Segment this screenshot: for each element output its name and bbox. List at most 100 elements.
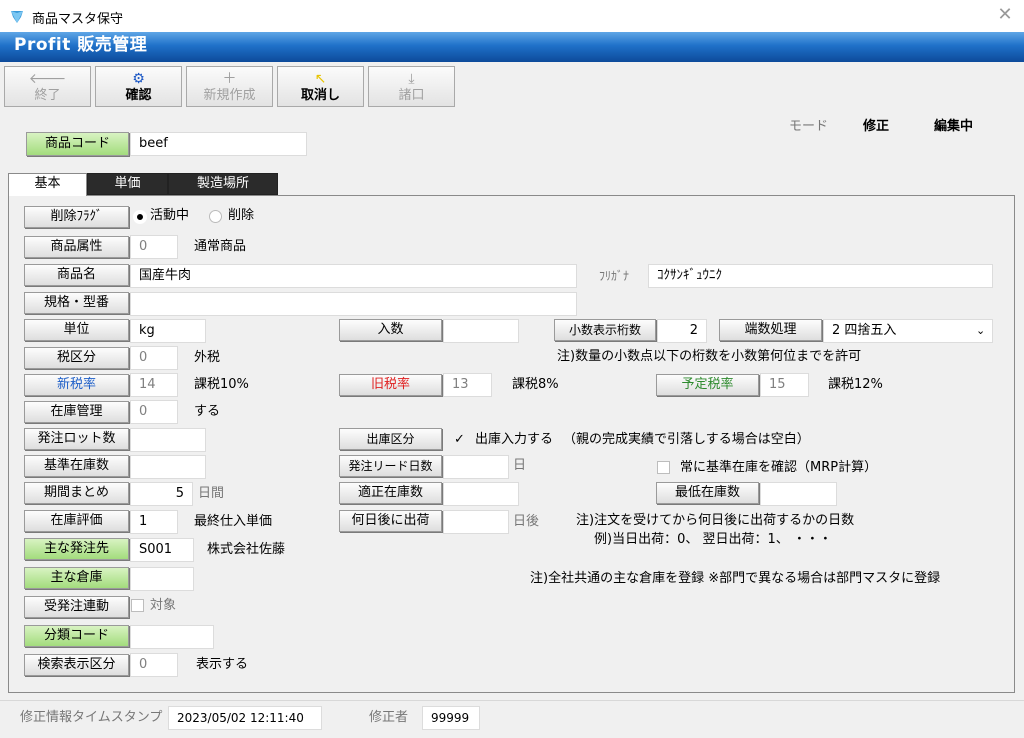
app-diamond-icon [11, 11, 23, 23]
old-tax-button[interactable]: 旧税率 [339, 374, 442, 396]
always-base-checkbox[interactable] [657, 461, 670, 474]
shipping-check-label: 出庫入力する [475, 432, 554, 447]
warehouse-button[interactable]: 主な倉庫 [24, 567, 129, 589]
checkmark-icon[interactable]: ✓ [454, 431, 465, 449]
mode-label: モード [789, 119, 829, 134]
kana-label: ﾌﾘｶﾞﾅ [599, 269, 630, 283]
new-tax-button[interactable]: 新税率 [24, 374, 129, 396]
active-radio[interactable] [134, 211, 146, 223]
active-radio-label: 活動中 [150, 208, 190, 223]
window-titlebar: 商品マスタ保守 ✕ [0, 0, 1024, 33]
product-code-button[interactable]: 商品コード [26, 132, 129, 156]
new-tax-desc: 課税10% [194, 377, 249, 392]
tax-class-button[interactable]: 税区分 [24, 347, 129, 369]
product-code-input[interactable]: beef [130, 132, 307, 156]
warehouse-note: 注)全社共通の主な倉庫を登録 ※部門で異なる場合は部門マスタに登録 [530, 571, 941, 586]
planned-tax-button[interactable]: 予定税率 [656, 374, 759, 396]
always-base-label: 常に基準在庫を確認（MRP計算） [680, 460, 878, 475]
timestamp-value: 2023/05/02 12:11:40 [168, 706, 322, 730]
decimal-note: 注)数量の小数点以下の桁数を小数第何位までを許可 [557, 349, 862, 364]
old-tax-desc: 課税8% [512, 377, 559, 392]
category-button[interactable]: 分類コード [24, 625, 129, 647]
planned-tax-desc: 課税12% [828, 377, 883, 392]
exit-button[interactable]: 🡐 終了 [4, 66, 91, 107]
unit-input[interactable]: kg [130, 319, 206, 343]
attribute-button[interactable]: 商品属性 [24, 236, 129, 258]
cancel-button[interactable]: ↖ 取消し [277, 66, 364, 107]
supplier-input[interactable]: S001 [130, 538, 194, 562]
decimal-input[interactable]: 2 [657, 319, 707, 343]
misc-button[interactable]: ⤓ 諸口 [368, 66, 455, 107]
unit-button[interactable]: 単位 [24, 319, 129, 341]
min-stock-button[interactable]: 最低在庫数 [656, 482, 759, 504]
shipping-class-button[interactable]: 出庫区分 [339, 428, 442, 450]
deleted-radio[interactable] [209, 210, 222, 223]
kana-input[interactable]: ｺｸｻﾝｷﾞｭｳﾆｸ [648, 264, 993, 288]
tax-class-input[interactable]: 0 [130, 346, 178, 370]
old-tax-input[interactable]: 13 [443, 373, 492, 397]
base-stock-input[interactable] [130, 455, 206, 479]
rounding-button[interactable]: 端数処理 [719, 319, 822, 341]
proper-stock-input[interactable] [443, 482, 519, 506]
exit-button-label: 終了 [34, 88, 61, 103]
cancel-button-label: 取消し [300, 88, 340, 103]
name-button[interactable]: 商品名 [24, 264, 129, 286]
confirm-button[interactable]: ⚙ 確認 [95, 66, 182, 107]
category-input[interactable] [130, 625, 214, 649]
planned-tax-input[interactable]: 15 [760, 373, 809, 397]
period-input[interactable]: 5 [130, 482, 193, 506]
order-link-button[interactable]: 受発注連動 [24, 596, 129, 618]
new-tax-input[interactable]: 14 [130, 373, 178, 397]
spec-input[interactable] [130, 292, 577, 316]
valuation-desc: 最終仕入単価 [194, 514, 273, 529]
order-lot-button[interactable]: 発注ロット数 [24, 428, 129, 450]
editor-value: 99999 [422, 706, 480, 730]
editor-label: 修正者 [369, 710, 409, 725]
supplier-button[interactable]: 主な発注先 [24, 538, 129, 560]
undo-arrow-icon: ↖ [314, 71, 327, 87]
ship-note-1: 注)注文を受けてから何日後に出荷するかの日数 [576, 513, 855, 528]
decimal-button[interactable]: 小数表示桁数 [554, 319, 656, 341]
ship-after-input[interactable] [443, 510, 509, 534]
delete-flag-button[interactable]: 削除ﾌﾗｸﾞ [24, 206, 129, 228]
status-bar: 修正情報タイムスタンプ 2023/05/02 12:11:40 修正者 9999… [0, 700, 1024, 738]
new-button-label: 新規作成 [203, 88, 256, 103]
irisu-input[interactable] [443, 319, 519, 343]
new-button[interactable]: ＋ 新規作成 [186, 66, 273, 107]
lead-days-input[interactable] [443, 455, 509, 479]
irisu-button[interactable]: 入数 [339, 319, 442, 341]
lead-days-unit: 日 [513, 458, 527, 473]
tab-basic[interactable]: 基本 [8, 173, 87, 196]
search-disp-desc: 表示する [196, 657, 249, 672]
rounding-select[interactable]: 2 四捨五入 [823, 319, 993, 343]
stock-mgmt-input[interactable]: 0 [130, 400, 178, 424]
edit-status: 編集中 [934, 119, 974, 134]
close-icon[interactable]: ✕ [994, 4, 1016, 26]
chevron-down-icon[interactable]: ⌄ [976, 324, 985, 337]
min-stock-input[interactable] [760, 482, 837, 506]
period-button[interactable]: 期間まとめ [24, 482, 129, 504]
proper-stock-button[interactable]: 適正在庫数 [339, 482, 442, 504]
lead-days-button[interactable]: 発注リード日数 [339, 455, 442, 477]
ship-after-button[interactable]: 何日後に出荷 [339, 510, 442, 532]
supplier-desc: 株式会社佐藤 [207, 542, 286, 557]
stock-mgmt-button[interactable]: 在庫管理 [24, 401, 129, 423]
base-stock-button[interactable]: 基準在庫数 [24, 455, 129, 477]
download-icon: ⤓ [408, 71, 415, 87]
plus-icon: ＋ [222, 71, 237, 87]
attribute-desc: 通常商品 [194, 239, 247, 254]
order-lot-input[interactable] [130, 428, 206, 452]
warehouse-input[interactable] [130, 567, 194, 591]
valuation-input[interactable]: 1 [130, 510, 178, 534]
tab-manufacturing[interactable]: 製造場所 [168, 173, 278, 195]
spec-button[interactable]: 規格・型番 [24, 292, 129, 314]
order-link-checkbox[interactable] [131, 599, 144, 612]
valuation-button[interactable]: 在庫評価 [24, 510, 129, 532]
attribute-input[interactable]: 0 [130, 235, 178, 259]
name-input[interactable]: 国産牛肉 [130, 264, 577, 288]
search-disp-input[interactable]: 0 [130, 653, 178, 677]
ship-note-2: 例)当日出荷：0、 翌日出荷：1、 ・・・ [594, 532, 832, 547]
tab-price[interactable]: 単価 [87, 173, 168, 195]
tax-class-desc: 外税 [194, 350, 221, 365]
search-disp-button[interactable]: 検索表示区分 [24, 654, 129, 676]
